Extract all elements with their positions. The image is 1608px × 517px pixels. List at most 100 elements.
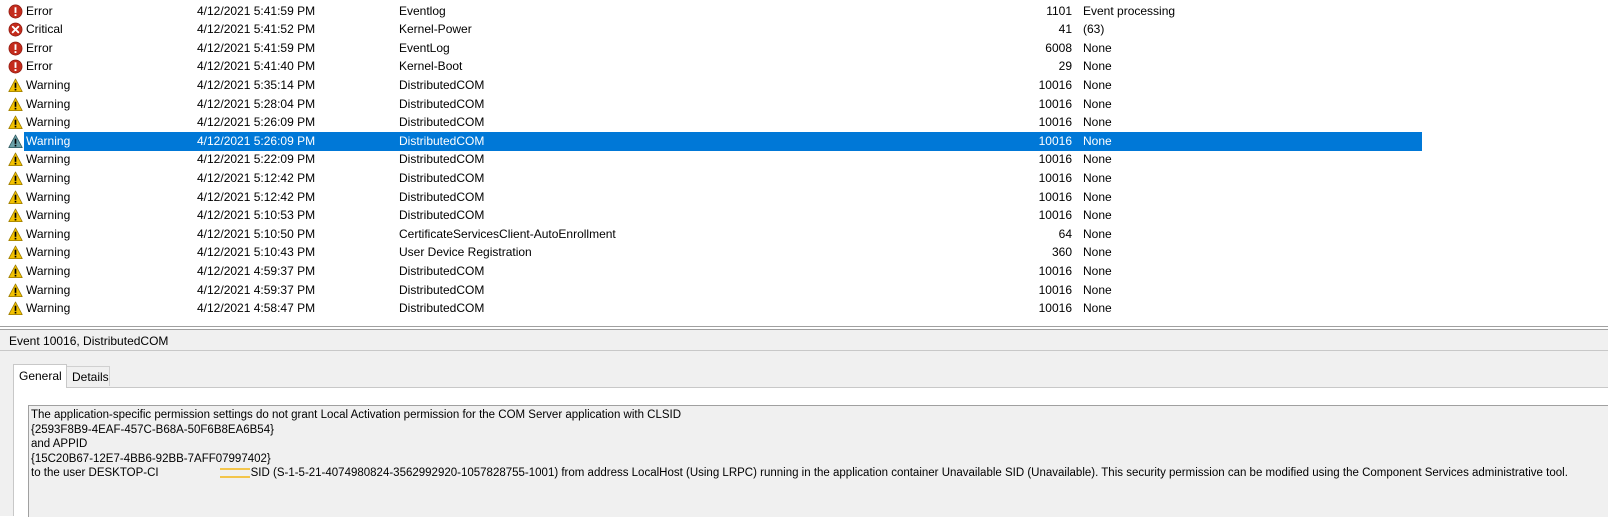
task-category-cell: None (1083, 170, 1112, 185)
date-cell: 4/12/2021 5:22:09 PM (197, 152, 316, 167)
event-id-cell: 10016 (1038, 96, 1072, 111)
redaction-mark (219, 467, 250, 478)
warning-icon (8, 245, 23, 260)
task-category-cell: None (1083, 77, 1112, 92)
event-id-cell: 10016 (1038, 133, 1072, 148)
task-category-cell: (63) (1083, 22, 1105, 37)
date-cell: 4/12/2021 5:26:09 PM (197, 133, 316, 148)
source-cell: DistributedCOM (399, 96, 485, 111)
warning-icon (8, 134, 23, 149)
date-cell: 4/12/2021 5:41:59 PM (197, 40, 316, 55)
task-category-cell: None (1083, 263, 1112, 278)
event-row[interactable]: Error 4/12/2021 5:41:40 PM Kernel-Boot 29 No… (0, 57, 1608, 76)
date-cell: 4/12/2021 4:58:47 PM (197, 301, 316, 316)
date-cell: 4/12/2021 5:35:14 PM (197, 77, 316, 92)
event-id-cell: 10016 (1038, 301, 1072, 316)
level-cell: Warning (26, 245, 71, 260)
task-category-cell: None (1083, 282, 1112, 297)
message-line: {15C20B67-12E7-4BB6-92BB-7AFF07997402} (31, 452, 271, 465)
source-cell: DistributedCOM (399, 152, 485, 167)
task-category-cell: None (1083, 245, 1112, 260)
source-cell: CertificateServicesClient-AutoEnrollment (399, 226, 616, 241)
date-cell: 4/12/2021 5:12:42 PM (197, 189, 316, 204)
message-line: and APPID (31, 438, 88, 450)
event-row[interactable]: Warning 4/12/2021 4:59:37 PM DistributedCO… (0, 281, 1608, 300)
level-cell: Warning (26, 152, 71, 167)
event-id-cell: 41 (1058, 22, 1072, 37)
event-row[interactable]: Warning 4/12/2021 5:10:50 PM CertificateSe… (0, 225, 1608, 244)
date-cell: 4/12/2021 5:41:40 PM (197, 59, 316, 74)
error-icon (8, 41, 23, 56)
level-cell: Error (26, 3, 53, 18)
date-cell: 4/12/2021 5:41:52 PM (197, 22, 316, 37)
event-list[interactable]: Error 4/12/2021 5:41:59 PM Eventlog 1101 Eve… (0, 0, 1608, 327)
source-cell: DistributedCOM (399, 133, 485, 148)
date-cell: 4/12/2021 5:12:42 PM (197, 170, 316, 185)
message-line: to the user DESKTOP-CI SID (S-1-5-21-4074… (31, 466, 1608, 481)
date-cell: 4/12/2021 5:10:53 PM (197, 208, 316, 223)
message-line: The application-specific permission sett… (31, 409, 682, 421)
warning-icon (8, 301, 23, 316)
event-row[interactable]: Warning 4/12/2021 5:28:04 PM DistributedCO… (0, 95, 1608, 114)
source-cell: User Device Registration (399, 245, 532, 260)
date-cell: 4/12/2021 5:26:09 PM (197, 115, 316, 130)
tab-general[interactable]: General (13, 364, 67, 388)
event-row[interactable]: Error 4/12/2021 5:41:59 PM EventLog 6008 Non… (0, 39, 1608, 58)
level-cell: Warning (26, 96, 71, 111)
level-cell: Warning (26, 170, 71, 185)
event-row-selected[interactable]: Warning 4/12/2021 5:26:09 PM DistributedCO… (0, 131, 1608, 151)
event-message[interactable]: The application-specific permission sett… (28, 405, 1608, 517)
event-row[interactable]: Warning 4/12/2021 5:12:42 PM DistributedCO… (0, 188, 1608, 207)
level-cell: Error (26, 40, 53, 55)
event-row[interactable]: Critical 4/12/2021 5:41:52 PM Kernel-Power… (0, 20, 1608, 39)
source-cell: EventLog (399, 40, 450, 55)
warning-icon (8, 264, 23, 279)
event-row[interactable]: Warning 4/12/2021 4:59:37 PM DistributedCO… (0, 262, 1608, 281)
task-category-cell: None (1083, 40, 1112, 55)
date-cell: 4/12/2021 4:59:37 PM (197, 282, 316, 297)
event-row[interactable]: Warning 4/12/2021 5:10:43 PM User Device R… (0, 243, 1608, 262)
task-category-cell: None (1083, 208, 1112, 223)
source-cell: DistributedCOM (399, 282, 485, 297)
event-row[interactable]: Warning 4/12/2021 5:22:09 PM DistributedCO… (0, 150, 1608, 169)
event-id-cell: 10016 (1038, 282, 1072, 297)
task-category-cell: None (1083, 226, 1112, 241)
source-cell: DistributedCOM (399, 189, 485, 204)
warning-icon (8, 78, 23, 93)
event-row[interactable]: Error 4/12/2021 5:41:59 PM Eventlog 1101 Eve… (0, 2, 1608, 21)
error-icon (8, 4, 23, 19)
tab-details[interactable]: Details (66, 366, 110, 386)
message-text: SID (S-1-5-21-4074980824-3562992920-1057… (250, 467, 1568, 479)
warning-icon (8, 97, 23, 112)
source-cell: Kernel-Power (399, 22, 472, 37)
event-row[interactable]: Warning 4/12/2021 5:10:53 PM DistributedCO… (0, 206, 1608, 225)
critical-icon (8, 22, 23, 37)
level-cell: Warning (26, 263, 71, 278)
detail-header: Event 10016, DistributedCOM (0, 329, 1608, 351)
event-id-cell: 10016 (1038, 152, 1072, 167)
warning-icon (8, 115, 23, 130)
event-row[interactable]: Warning 4/12/2021 5:35:14 PM DistributedCO… (0, 76, 1608, 95)
task-category-cell: Event processing (1083, 3, 1176, 18)
event-id-cell: 64 (1058, 226, 1072, 241)
event-row[interactable]: Warning 4/12/2021 5:12:42 PM DistributedCO… (0, 169, 1608, 188)
event-row[interactable]: Warning 4/12/2021 5:26:09 PM DistributedCO… (0, 113, 1608, 132)
warning-icon (8, 208, 23, 223)
warning-icon (8, 171, 23, 186)
event-detail-pane: Event 10016, DistributedCOM General Deta… (0, 329, 1608, 517)
source-cell: DistributedCOM (399, 301, 485, 316)
event-id-cell: 10016 (1038, 189, 1072, 204)
source-cell: Eventlog (399, 3, 446, 18)
event-row[interactable]: Warning 4/12/2021 4:58:47 PM DistributedCO… (0, 299, 1608, 318)
source-cell: DistributedCOM (399, 208, 485, 223)
warning-icon (8, 227, 23, 242)
message-line: {2593F8B9-4EAF-457C-B68A-50F6B8EA6B54} (31, 423, 274, 436)
event-id-cell: 10016 (1038, 115, 1072, 130)
level-cell: Warning (26, 77, 71, 92)
task-category-cell: None (1083, 301, 1112, 316)
level-cell: Warning (26, 133, 71, 148)
level-cell: Critical (26, 22, 63, 37)
task-category-cell: None (1083, 115, 1112, 130)
warning-icon (8, 152, 23, 167)
task-category-cell: None (1083, 96, 1112, 111)
